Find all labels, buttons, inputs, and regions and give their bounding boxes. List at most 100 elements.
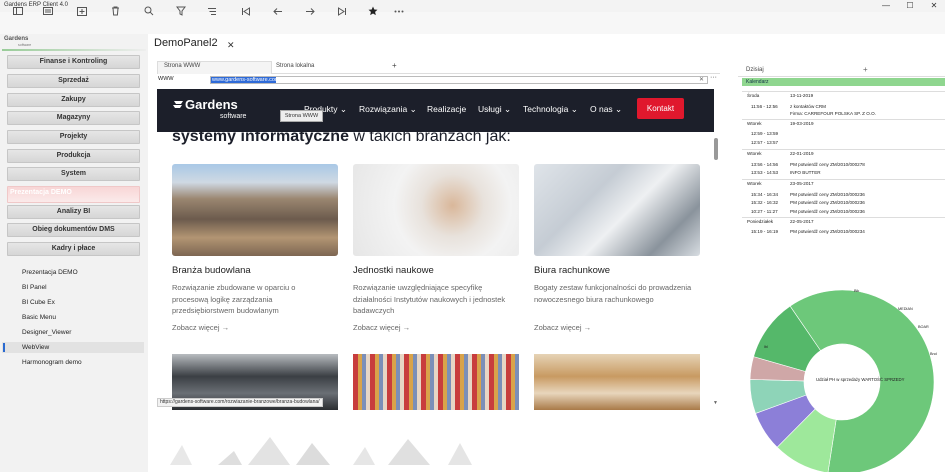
calendar-day: Środa	[747, 93, 760, 98]
menu-projekty[interactable]: Projekty	[7, 130, 140, 144]
card-accounting-image[interactable]	[534, 164, 700, 256]
nav-o-nas[interactable]: O nas ⌄	[590, 104, 622, 115]
subitem-bi-cube-ex[interactable]: BI Cube Ex	[22, 299, 55, 306]
url-more-button[interactable]: ···	[710, 74, 717, 81]
subitem-bi-panel[interactable]: BI Panel	[22, 284, 47, 291]
calendar-time[interactable]: 15:32 - 16:32	[751, 200, 789, 205]
menu-magazyny[interactable]: Magazyny	[7, 111, 140, 125]
tab-strona-www-label[interactable]: Strona WWW	[164, 63, 200, 69]
calendar-event-text[interactable]: PM potwierdź ceny ZM/2010/000236	[790, 200, 940, 205]
status-url: https://gardens-software.com/rozwiazanie…	[157, 398, 323, 407]
site-logo-name: Gardens	[185, 97, 238, 112]
menu-produkcja[interactable]: Produkcja	[7, 149, 140, 163]
card-retail-image[interactable]	[353, 354, 519, 410]
calendar-divider	[742, 119, 945, 120]
tab-dzisiaj[interactable]: Dzisiaj	[746, 67, 764, 73]
sidebar-toggle-icon[interactable]	[11, 4, 25, 18]
subitem-webview[interactable]: WebView	[22, 344, 49, 351]
first-record-icon[interactable]	[239, 4, 253, 18]
calendar-event-text[interactable]: PM potwierdź ceny ZM/2010/000278	[790, 162, 940, 167]
sort-icon[interactable]	[205, 4, 219, 18]
add-tab-button[interactable]: +	[392, 61, 397, 70]
webview-scroll-thumb[interactable]	[714, 138, 718, 160]
card-science-image[interactable]	[353, 164, 519, 256]
calendar-day: Wtorek	[747, 151, 762, 156]
nav-uslugi[interactable]: Usługi ⌄	[478, 104, 511, 115]
subitem-harmonogram-demo[interactable]: Harmonogram demo	[22, 359, 82, 366]
search-icon[interactable]	[142, 4, 156, 18]
maximize-button[interactable]: ☐	[900, 0, 920, 12]
selected-subitem-marker	[3, 343, 5, 352]
url-input[interactable]	[210, 76, 708, 84]
site-logo-sub: software	[220, 113, 247, 120]
panel-close-button[interactable]: ✕	[227, 40, 235, 51]
donut-label: BOAR	[918, 325, 929, 329]
scroll-down-icon[interactable]: ▼	[713, 400, 718, 406]
url-clear-button[interactable]: ✕	[699, 76, 704, 83]
calendar-event-text[interactable]: z kontaktów CRM	[790, 104, 940, 109]
calendar-time[interactable]: 11:56 - 12:56	[751, 104, 789, 109]
card-warehouse-image[interactable]	[534, 354, 700, 410]
calendar-time[interactable]: 15:19 - 16:19	[751, 229, 789, 234]
favorite-star-icon[interactable]	[366, 4, 380, 18]
calendar-header: Kalendarz	[742, 78, 945, 86]
subitem-prezentacja-demo[interactable]: Prezentacja DEMO	[22, 269, 78, 276]
subitem-designer-viewer[interactable]: Designer_Viewer	[22, 329, 71, 336]
add-record-icon[interactable]	[75, 4, 89, 18]
calendar-event-text[interactable]: PM potwierdź ceny ZM/2010/000236	[790, 192, 940, 197]
menu-prezentacja-demo[interactable]: Prezentacja DEMO	[7, 186, 140, 203]
menu-kadry-i-place[interactable]: Kadry i płace	[7, 242, 140, 256]
donut-label: Bik	[854, 289, 859, 293]
filter-icon[interactable]	[174, 4, 188, 18]
card-title-accounting[interactable]: Biura rachunkowe	[534, 265, 610, 276]
menu-finanse-i-kontroling[interactable]: Finanse i Kontroling	[7, 55, 140, 69]
menu-sprzedaz[interactable]: Sprzedaż	[7, 74, 140, 88]
bottom-decor-shapes	[170, 437, 472, 465]
calendar-time[interactable]: 15:34 - 16:34	[751, 192, 789, 197]
calendar-event-text[interactable]: INFO BUTTER	[790, 170, 940, 175]
previous-icon[interactable]	[271, 4, 285, 18]
menu-obieg-dokumentow-dms[interactable]: Obieg dokumentów DMS	[7, 223, 140, 237]
calendar-event-text[interactable]: Firma: CARREFOUR POLSKA SP. Z O.O.	[790, 111, 940, 116]
panel-title: DemoPanel2	[154, 37, 218, 49]
minimize-button[interactable]: —	[876, 0, 896, 12]
card-construction-image[interactable]	[172, 164, 338, 256]
delete-icon[interactable]	[108, 4, 122, 18]
next-icon[interactable]	[303, 4, 317, 18]
right-add-tab-button[interactable]: +	[863, 65, 868, 74]
calendar-event-text[interactable]: PM potwierdź ceny ZM/2010/000234	[790, 229, 940, 234]
nav-technologia[interactable]: Technologia ⌄	[523, 104, 578, 115]
calendar-time[interactable]: 13:53 - 14:53	[751, 170, 789, 175]
card-title-science[interactable]: Jednostki naukowe	[353, 265, 434, 276]
calendar-time[interactable]: 10:27 - 11:27	[751, 209, 789, 214]
card-more-science[interactable]: Zobacz więcej →	[353, 323, 410, 332]
card-more-accounting[interactable]: Zobacz więcej →	[534, 323, 591, 332]
more-icon[interactable]	[392, 4, 406, 18]
logo-name: Gardens	[4, 36, 29, 42]
tab-strona-lokalna[interactable]: Strona lokalna	[276, 63, 314, 69]
calendar-divider	[742, 179, 945, 180]
calendar-time[interactable]: 12:57 - 13:57	[751, 140, 789, 145]
calendar-day: Wtorek	[747, 121, 762, 126]
form-view-icon[interactable]	[41, 4, 55, 18]
menu-zakupy[interactable]: Zakupy	[7, 93, 140, 107]
calendar-event-text[interactable]: PM potwierdź ceny ZM/2010/000236	[790, 209, 940, 214]
calendar-time[interactable]: 12:59 - 13:59	[751, 131, 789, 136]
card-desc-accounting: Bogaty zestaw funkcjonalności do prowadz…	[534, 283, 692, 304]
logo-divider	[2, 49, 146, 51]
nav-realizacje[interactable]: Realizacje	[427, 104, 466, 114]
subitem-basic-menu[interactable]: Basic Menu	[22, 314, 56, 321]
card-title-construction[interactable]: Branża budowlana	[172, 265, 251, 276]
last-record-icon[interactable]	[335, 4, 349, 18]
webview-scrollbar[interactable]: ▼	[713, 128, 720, 410]
calendar-date: 13-11-2019	[790, 93, 814, 98]
bottom-panel	[148, 425, 726, 472]
nav-rozwiazania[interactable]: Rozwiązania ⌄	[359, 104, 417, 115]
url-value[interactable]: www.gardens-software.com	[211, 77, 276, 83]
contact-button[interactable]: Kontakt	[637, 98, 684, 119]
card-more-construction[interactable]: Zobacz więcej →	[172, 323, 229, 332]
calendar-time[interactable]: 13:56 - 14:56	[751, 162, 789, 167]
close-window-button[interactable]: ✕	[924, 0, 944, 12]
menu-analizy-bi[interactable]: Analizy BI	[7, 205, 140, 219]
menu-system[interactable]: System	[7, 167, 140, 181]
